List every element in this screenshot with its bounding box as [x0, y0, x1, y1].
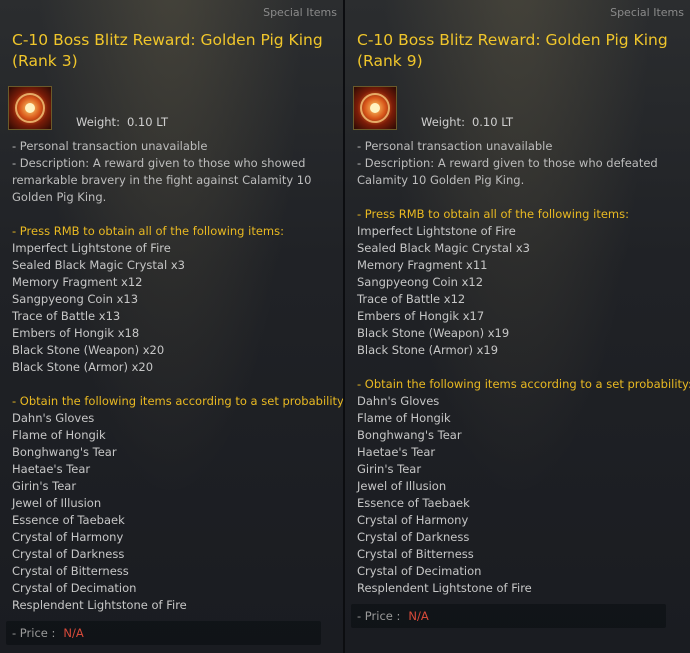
list-item: Essence of Taebaek	[12, 513, 125, 527]
list-item: Crystal of Bitterness	[357, 547, 474, 561]
list-item: Imperfect Lightstone of Fire	[12, 241, 171, 255]
price-row: - Price : N/A	[357, 609, 429, 623]
list-item: Sangpyeong Coin x13	[12, 292, 139, 306]
list-item: Haetae's Tear	[12, 462, 91, 476]
list-item: Trace of Battle x12	[357, 292, 466, 306]
golden-pig-reward-box-icon	[353, 86, 397, 130]
probability-items-header: - Obtain the following items according t…	[357, 377, 690, 391]
list-item: Bonghwang's Tear	[357, 428, 462, 442]
list-item: Girin's Tear	[357, 462, 422, 476]
item-category: Special Items	[263, 6, 337, 19]
list-item: Dahn's Gloves	[12, 411, 95, 425]
weight-value: 0.10 LT	[126, 115, 169, 129]
guaranteed-items-header: - Press RMB to obtain all of the followi…	[357, 207, 629, 221]
weight-label: Weight:	[421, 115, 465, 129]
list-item: Crystal of Decimation	[12, 581, 137, 595]
list-item: Crystal of Decimation	[357, 564, 482, 578]
list-item: Memory Fragment x11	[357, 258, 488, 272]
price-value: N/A	[408, 609, 429, 623]
list-item: Essence of Taebaek	[357, 496, 470, 510]
price-value: N/A	[63, 626, 84, 640]
price-row: - Price : N/A	[12, 626, 84, 640]
list-item: Bonghwang's Tear	[12, 445, 117, 459]
list-item: Flame of Hongik	[12, 428, 106, 442]
guaranteed-items-list: Imperfect Lightstone of Fire Sealed Blac…	[12, 240, 337, 376]
weight-row: Weight: 0.10 LT	[421, 115, 513, 129]
list-item: Black Stone (Weapon) x20	[12, 343, 165, 357]
transaction-note: - Personal transaction unavailable	[357, 139, 553, 153]
list-item: Black Stone (Armor) x19	[357, 343, 499, 357]
transaction-note: - Personal transaction unavailable	[12, 139, 208, 153]
list-item: Crystal of Darkness	[357, 530, 470, 544]
list-item: Black Stone (Weapon) x19	[357, 326, 510, 340]
golden-pig-reward-box-icon	[8, 86, 52, 130]
probability-items-list: Dahn's Gloves Flame of Hongik Bonghwang'…	[357, 393, 682, 597]
item-category: Special Items	[610, 6, 684, 19]
tooltip-body: - Personal transaction unavailable - Des…	[357, 138, 690, 597]
probability-items-list: Dahn's Gloves Flame of Hongik Bonghwang'…	[12, 410, 337, 614]
list-item: Trace of Battle x13	[12, 309, 121, 323]
list-item: Crystal of Harmony	[12, 530, 124, 544]
list-item: Jewel of Illusion	[12, 496, 102, 510]
list-item: Memory Fragment x12	[12, 275, 143, 289]
list-item: Imperfect Lightstone of Fire	[357, 224, 516, 238]
weight-row: Weight: 0.10 LT	[76, 115, 168, 129]
item-title: C-10 Boss Blitz Reward: Golden Pig King …	[12, 31, 323, 70]
price-label: - Price :	[12, 626, 56, 640]
price-label: - Price :	[357, 609, 401, 623]
list-item: Sangpyeong Coin x12	[357, 275, 484, 289]
list-item: Dahn's Gloves	[357, 394, 440, 408]
item-description: - Description: A reward given to those w…	[12, 156, 312, 204]
list-item: Jewel of Illusion	[357, 479, 447, 493]
list-item: Crystal of Bitterness	[12, 564, 129, 578]
list-item: Sealed Black Magic Crystal x3	[357, 241, 530, 255]
list-item: Crystal of Darkness	[12, 547, 125, 561]
list-item: Flame of Hongik	[357, 411, 451, 425]
item-tooltip-rank-9: Special Items C-10 Boss Blitz Reward: Go…	[345, 0, 690, 653]
guaranteed-items-header: - Press RMB to obtain all of the followi…	[12, 224, 284, 238]
list-item: Embers of Hongik x17	[357, 309, 485, 323]
item-description: - Description: A reward given to those w…	[357, 156, 658, 187]
item-title: C-10 Boss Blitz Reward: Golden Pig King …	[357, 31, 668, 70]
list-item: Sealed Black Magic Crystal x3	[12, 258, 185, 272]
guaranteed-items-list: Imperfect Lightstone of Fire Sealed Blac…	[357, 223, 682, 359]
list-item: Resplendent Lightstone of Fire	[357, 581, 532, 595]
tooltip-body: - Personal transaction unavailable - Des…	[12, 138, 343, 614]
weight-label: Weight:	[76, 115, 120, 129]
item-tooltip-rank-3: Special Items C-10 Boss Blitz Reward: Go…	[0, 0, 343, 653]
list-item: Crystal of Harmony	[357, 513, 469, 527]
list-item: Haetae's Tear	[357, 445, 436, 459]
list-item: Black Stone (Armor) x20	[12, 360, 154, 374]
list-item: Resplendent Lightstone of Fire	[12, 598, 187, 612]
weight-value: 0.10 LT	[471, 115, 514, 129]
list-item: Girin's Tear	[12, 479, 77, 493]
probability-items-header: - Obtain the following items according t…	[12, 394, 343, 408]
list-item: Embers of Hongik x18	[12, 326, 140, 340]
